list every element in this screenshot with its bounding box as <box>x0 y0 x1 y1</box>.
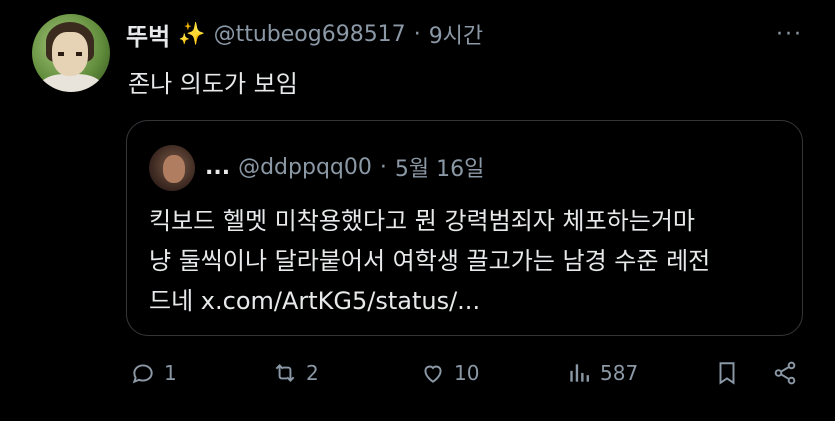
views-button[interactable]: 587 <box>566 360 638 386</box>
reply-button[interactable]: 1 <box>130 360 177 386</box>
quoted-display-name: ... <box>205 154 231 180</box>
retweet-count: 2 <box>306 361 319 385</box>
quoted-header: ... @ddppqq00 · 5월 16일 <box>205 151 484 183</box>
timestamp[interactable]: 9시간 <box>429 18 483 50</box>
avatar-shirt <box>40 74 102 92</box>
separator-dot: · <box>413 21 421 47</box>
quoted-timestamp: 5월 16일 <box>394 157 485 182</box>
views-chart-icon <box>570 364 589 382</box>
reply-count: 1 <box>164 361 177 385</box>
bookmark-button[interactable] <box>714 360 740 390</box>
tweet-text: 존나 의도가 보임 <box>128 70 298 98</box>
avatar-eyes <box>58 52 82 56</box>
quoted-avatar-face <box>163 155 185 183</box>
bookmark-icon <box>719 362 735 385</box>
author-avatar[interactable] <box>32 14 110 92</box>
share-icon <box>774 361 796 385</box>
quoted-text: 킥보드 헬멧 미착용했다고 뭔 강력범죄자 체포하는거마 냥 둘씩이나 달라붙어… <box>149 201 789 321</box>
more-options-icon[interactable]: ··· <box>776 22 803 47</box>
like-count: 10 <box>454 361 480 385</box>
display-name[interactable]: 뚜벅 <box>126 17 170 52</box>
user-handle[interactable]: @ttubeog698517 <box>214 22 406 47</box>
quoted-avatar <box>149 145 195 191</box>
heart-icon <box>424 365 442 383</box>
tweet-header: 뚜벅 ✨ @ttubeog698517 · 9시간 <box>126 17 483 51</box>
action-bar: 1 2 10 587 <box>126 360 806 400</box>
quoted-text-line: 드네 x.com/ArtKG5/status/... <box>149 287 481 315</box>
like-button[interactable]: 10 <box>420 360 479 386</box>
quoted-text-line: 킥보드 헬멧 미착용했다고 뭔 강력범죄자 체포하는거마 <box>149 207 695 235</box>
view-count: 587 <box>600 361 639 385</box>
share-button[interactable] <box>772 360 798 390</box>
retweet-button[interactable]: 2 <box>272 360 319 386</box>
sparkle-emoji: ✨ <box>178 21 206 47</box>
quoted-separator-dot: · <box>379 154 387 180</box>
quoted-text-line: 냥 둘씩이나 달라붙어서 여학생 끌고가는 남경 수준 레전 <box>149 247 711 275</box>
quoted-handle: @ddppqq00 <box>238 154 372 180</box>
reply-icon <box>132 364 153 384</box>
retweet-icon <box>275 364 295 382</box>
quoted-tweet[interactable]: ... @ddppqq00 · 5월 16일 킥보드 헬멧 미착용했다고 뭔 강… <box>126 120 803 336</box>
